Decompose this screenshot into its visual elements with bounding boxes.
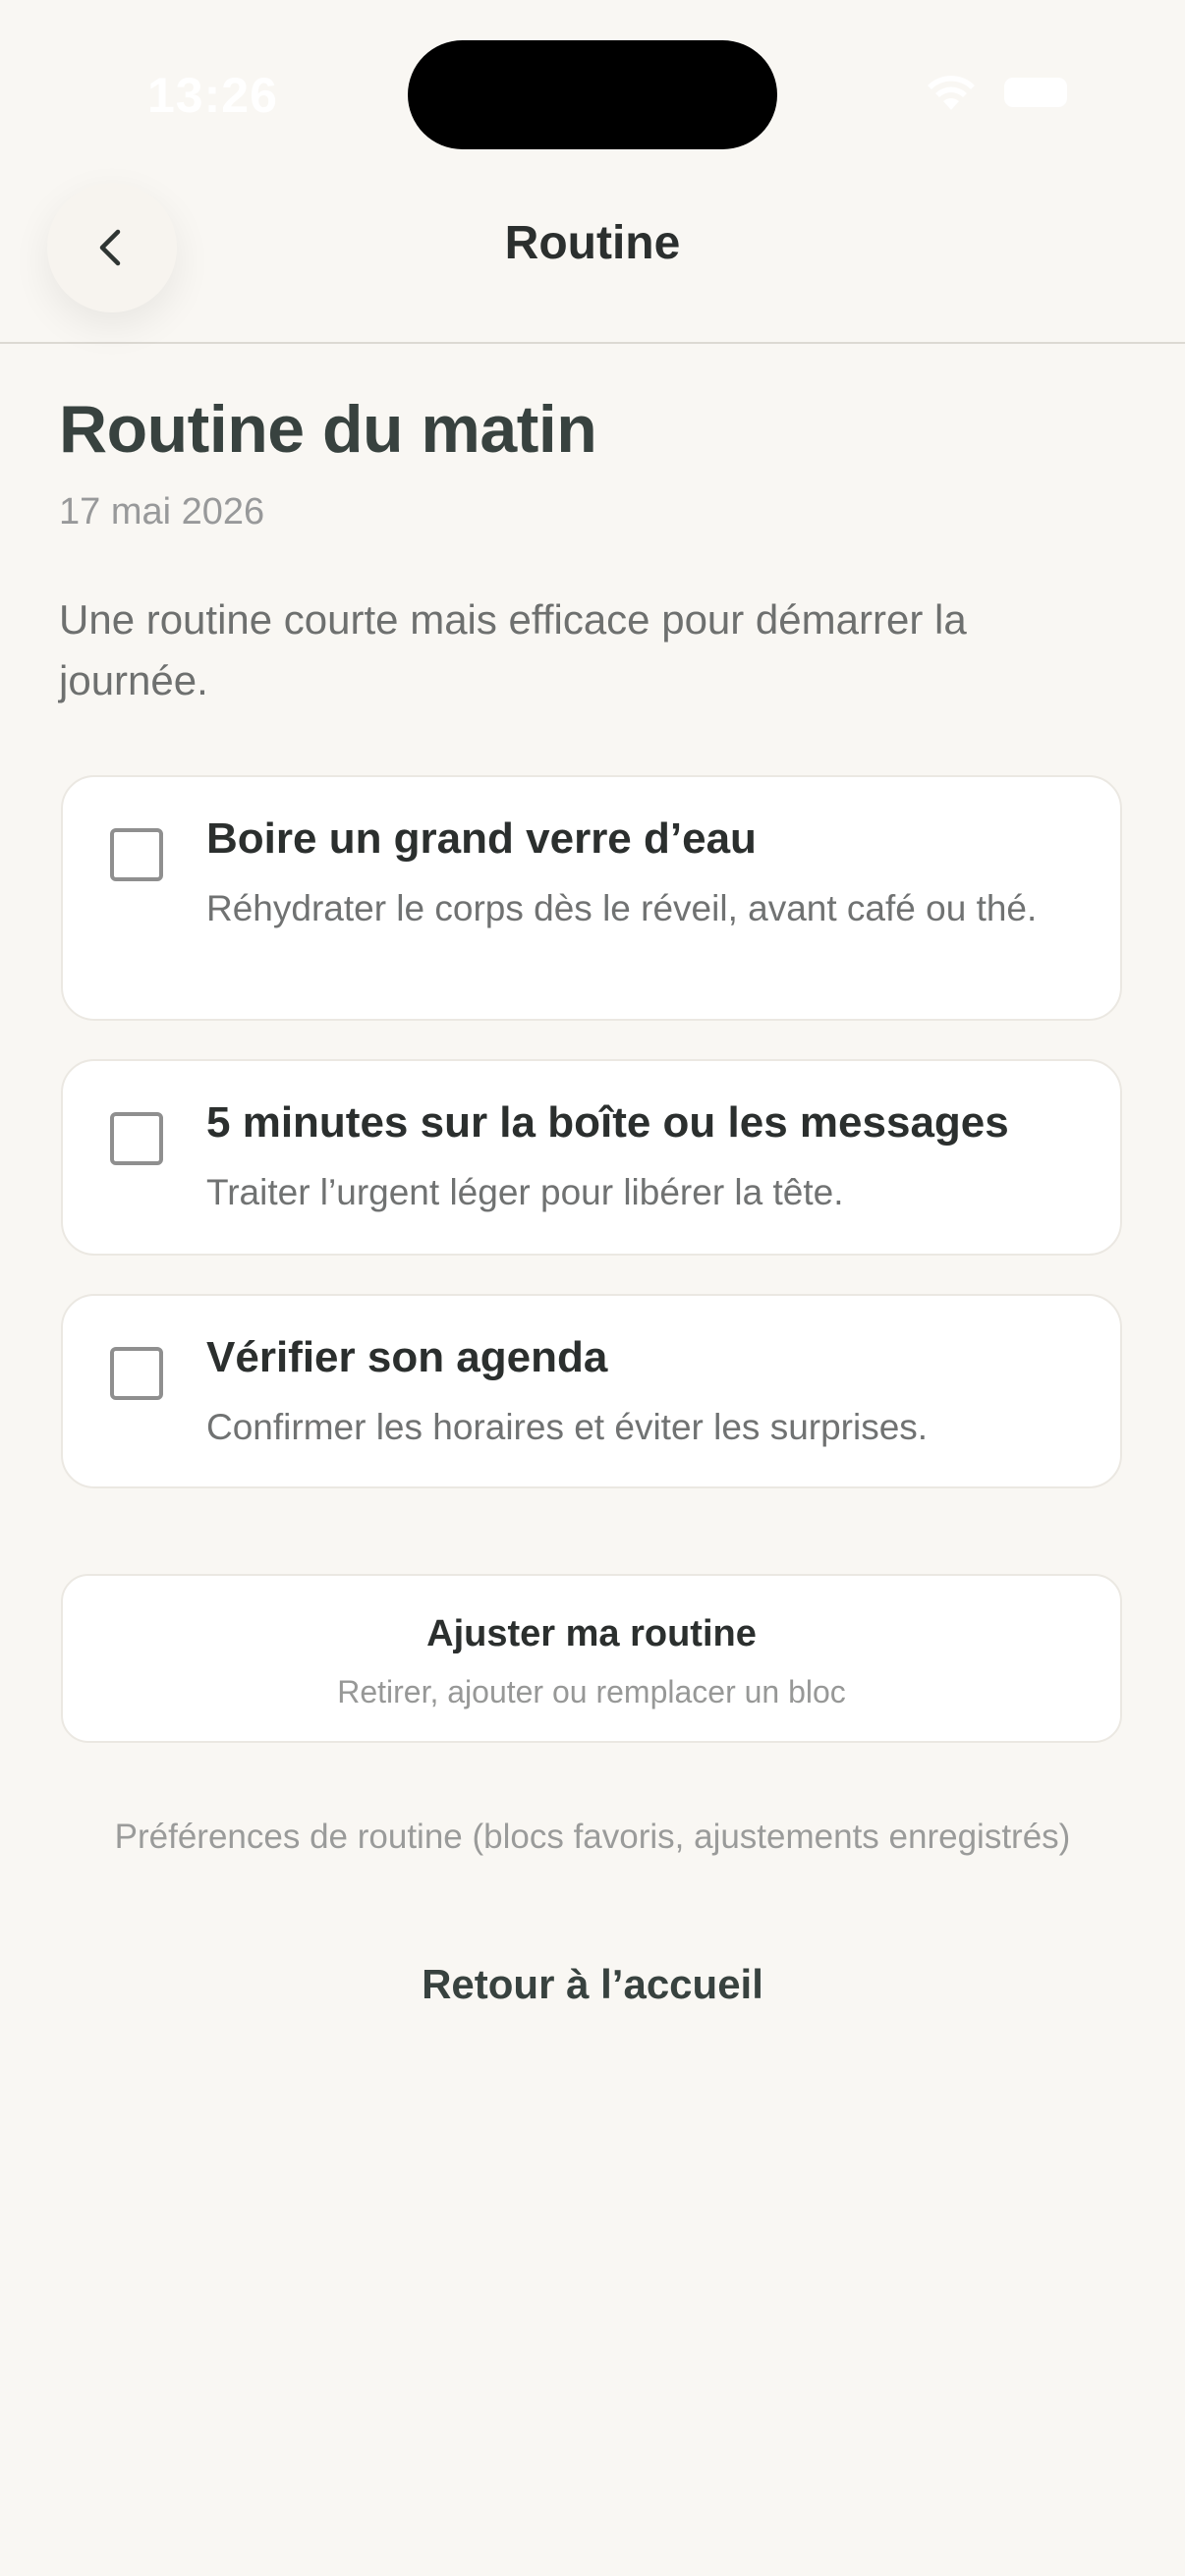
dynamic-island [408, 40, 777, 149]
routine-preferences-link[interactable]: Préférences de routine (blocs favoris, a… [101, 1816, 1084, 1859]
task-description: Traiter l’urgent léger pour libérer la t… [206, 1172, 844, 1212]
wifi-icon [928, 76, 975, 110]
task-card[interactable]: 5 minutes sur la boîte ou les messages T… [61, 1059, 1122, 1256]
page-title: Routine du matin [59, 392, 597, 467]
routine-screen: 13:26 Routine Routine du matin 17 mai 20… [0, 0, 1185, 2576]
task-description: Confirmer les horaires et éviter les sur… [206, 1407, 929, 1447]
status-time: 13:26 [147, 68, 278, 123]
adjust-routine-title: Ajuster ma routine [426, 1613, 757, 1654]
task-checkbox[interactable] [110, 828, 163, 881]
page-intro: Une routine courte mais efficace pour dé… [59, 596, 967, 703]
task-title: Vérifier son agenda [206, 1333, 608, 1381]
battery-icon [1004, 78, 1067, 107]
nav-header: Routine [0, 177, 1185, 344]
task-description: Réhydrater le corps dès le réveil, avant… [206, 888, 1038, 928]
task-title: 5 minutes sur la boîte ou les messages [206, 1098, 1009, 1147]
task-checkbox[interactable] [110, 1112, 163, 1165]
page-date: 17 mai 2026 [59, 491, 265, 532]
back-home-link[interactable]: Retour à l’accueil [0, 1961, 1185, 2008]
task-checkbox[interactable] [110, 1347, 163, 1400]
nav-title: Routine [504, 217, 681, 269]
task-card[interactable]: Boire un grand verre d’eau Réhydrater le… [61, 775, 1122, 1021]
adjust-routine-subtitle: Retirer, ajouter ou remplacer un bloc [337, 1674, 846, 1709]
status-bar: 13:26 [0, 0, 1185, 187]
adjust-routine-button[interactable]: Ajuster ma routine Retirer, ajouter ou r… [61, 1574, 1122, 1743]
task-card[interactable]: Vérifier son agenda Confirmer les horair… [61, 1294, 1122, 1488]
status-icons [924, 73, 1067, 112]
task-title: Boire un grand verre d’eau [206, 814, 757, 863]
